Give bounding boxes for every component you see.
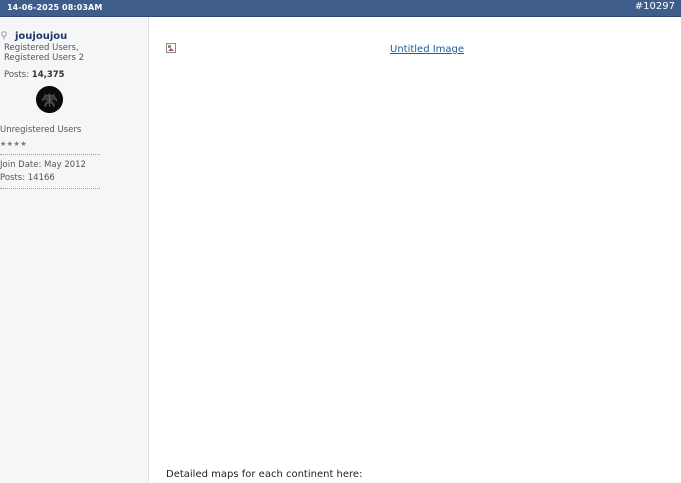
user-info-panel: [0, 17, 149, 483]
user-group: Unregistered Users: [0, 125, 82, 135]
broken-image-icon: [166, 43, 176, 53]
username-link[interactable]: joujoujou: [15, 31, 67, 42]
post-header-bar: 14-06-2025 08:03AM #10297: [0, 0, 681, 17]
divider: [0, 188, 100, 189]
post-number-link[interactable]: #10297: [635, 1, 675, 12]
posts-count-label: Posts:: [4, 70, 30, 80]
offline-status-icon: [1, 31, 7, 40]
user-title: Registered Users, Registered Users 2: [4, 43, 85, 63]
rank-stars: ★★★★: [0, 140, 28, 148]
post-body-text: Detailed maps for each continent here:: [166, 469, 363, 480]
avatar[interactable]: [36, 86, 63, 113]
divider: [0, 154, 100, 155]
posts-count-value: 14,375: [31, 70, 65, 80]
posts-count: Posts: 14,375: [4, 70, 65, 80]
join-date: Join Date: May 2012: [0, 160, 86, 170]
image-alt-text[interactable]: Untitled Image: [390, 44, 464, 55]
posts-total: Posts: 14166: [0, 173, 55, 183]
avatar-wings-icon: [36, 86, 63, 113]
post-date: 14-06-2025 08:03AM: [7, 3, 103, 12]
